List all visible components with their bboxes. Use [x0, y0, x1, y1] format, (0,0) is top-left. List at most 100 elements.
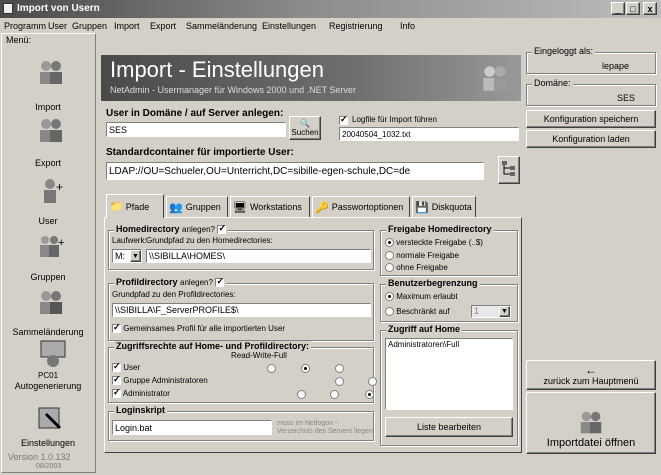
homedir-path-label: Grundpfad zu den Homedirectories: [146, 236, 273, 245]
freigabe-option-normal[interactable]: normale Freigabe [385, 251, 459, 261]
container-label: Standardcontainer für importierte User: [106, 147, 294, 158]
home-access-list[interactable]: Administratoren\Full [385, 338, 513, 410]
homedir-create-checkbox[interactable] [217, 223, 227, 235]
user-add-icon: + [44, 179, 63, 203]
domain-value: SES [617, 93, 636, 103]
menu-info[interactable]: Info [400, 21, 415, 31]
rights-admin-write[interactable] [330, 390, 340, 400]
back-main-button[interactable]: ← zurück zum Hauptmenü [526, 360, 656, 390]
rights-user-write[interactable] [300, 364, 310, 374]
rights-group-read[interactable] [334, 377, 344, 387]
menu-sammelaenderung[interactable]: Sammeländerung [186, 21, 257, 31]
login-group: Loginskript muss im Netlogon - Verzeichn… [108, 405, 374, 441]
rights-columns-label: Read-Write-Full [231, 351, 287, 360]
rights-row-admin-group: Gruppe Administratoren [112, 374, 412, 387]
limit-group: Benutzerbegrenzung Maximum erlaubt Besch… [380, 278, 518, 322]
menu-export[interactable]: Export [150, 21, 176, 31]
group-tab-icon: 👥 [169, 201, 183, 214]
users-import-icon [40, 61, 62, 84]
rights-admin-read[interactable] [297, 390, 307, 400]
chevron-down-icon: ▼ [130, 250, 141, 262]
import-open-button[interactable]: Importdatei öffnen [526, 392, 656, 454]
sidebar: Menü: Import Export + User + Gruppen Sam… [1, 33, 96, 473]
freigabe-option-hidden[interactable]: versteckte Freigabe (..$) [385, 238, 483, 248]
container-browse-button[interactable] [498, 156, 520, 184]
login-hint-2: Verzeichnis des Servers liegen [277, 428, 373, 435]
domain-input[interactable] [106, 122, 286, 137]
home-access-group: Zugriff auf Home Administratoren\Full Li… [380, 324, 518, 446]
workstation-icon: 🖥 [233, 201, 247, 214]
header-users-icon [483, 66, 507, 91]
menu-import[interactable]: Import [114, 21, 140, 31]
maximize-button[interactable]: □ [626, 2, 640, 15]
profil-path-label: Grundpfad zu den Profildirectories: [112, 290, 236, 299]
page-subtitle: NetAdmin - Usermanager für Windows 2000 … [110, 85, 356, 95]
disk-icon: 💾 [415, 201, 429, 214]
password-icon: 🔑 [315, 201, 329, 214]
version-date: 08/2003 [36, 463, 62, 470]
tab-gruppen[interactable]: 👥 Gruppen [166, 196, 228, 218]
save-config-button[interactable]: Konfiguration speichern [526, 110, 656, 128]
edit-list-button[interactable]: Liste bearbeiten [385, 417, 513, 437]
profil-group: Profildirectory anlegen? Grundpfad zu de… [108, 276, 374, 341]
profil-create-checkbox[interactable] [215, 276, 225, 288]
limit-max-option[interactable]: Maximum erlaubt [385, 292, 458, 302]
folder-path-icon: 📁 [109, 201, 123, 213]
freigabe-group: Freigabe Homedirectory versteckte Freiga… [380, 224, 518, 276]
sidebar-item-label: Import [35, 102, 61, 112]
rights-user-full[interactable] [334, 364, 344, 374]
version-label: Version 1.0.132 [8, 452, 71, 462]
rights-user-read[interactable] [267, 364, 277, 374]
minimize-button[interactable]: _ [611, 2, 625, 15]
settings-icon [38, 407, 62, 430]
autogen-badge: PC01 [38, 371, 59, 380]
profil-path-input[interactable] [112, 303, 371, 317]
import-file-icon [580, 411, 602, 434]
shared-profile-option[interactable]: Gemeinsames Profil für alle importierten… [112, 322, 285, 334]
login-script-input[interactable] [112, 420, 272, 435]
window-title: Import von Usern [17, 3, 100, 14]
logfile-checkbox[interactable] [339, 114, 348, 126]
batch-change-icon [40, 291, 62, 314]
sidebar-item-label: Sammeländerung [12, 327, 84, 337]
rights-group: Zugriffsrechte auf Home- und Profildirec… [108, 341, 412, 403]
menu-bar: Programm User Gruppen Import Export Samm… [0, 18, 661, 34]
close-button[interactable]: x [643, 2, 657, 15]
back-arrow-icon: ← [585, 362, 597, 377]
menu-registrierung[interactable]: Registrierung [329, 21, 383, 31]
header-banner: Import - Einstellungen NetAdmin - Userma… [101, 55, 521, 101]
tree-browse-icon [502, 161, 515, 176]
menu-programm[interactable]: Programm [4, 21, 46, 31]
page-title: Import - Einstellungen [110, 57, 324, 82]
menu-user[interactable]: User [48, 21, 67, 31]
limit-count-select[interactable]: 1 ▼ [471, 305, 511, 318]
tab-diskquota[interactable]: 💾 Diskquota [412, 196, 476, 218]
app-icon [3, 3, 13, 14]
tab-passwortoptionen[interactable]: 🔑 Passwortoptionen [312, 196, 410, 218]
domain-group: Domäne: SES [526, 78, 656, 106]
menu-gruppen[interactable]: Gruppen [72, 21, 107, 31]
sidebar-item-label: User [38, 216, 58, 226]
freigabe-option-none[interactable]: ohne Freigabe [385, 263, 448, 273]
rights-admin-full[interactable] [364, 390, 374, 400]
sidebar-item-label: Gruppen [30, 272, 66, 282]
search-button[interactable]: 🔍 Suchen [289, 116, 321, 140]
tab-workstations[interactable]: 🖥 Workstations [230, 196, 310, 218]
load-config-button[interactable]: Konfiguration laden [526, 130, 656, 148]
logged-in-group: Eingeloggt als: lepape [526, 46, 656, 74]
sidebar-item-label: Export [34, 158, 61, 168]
menu-einstellungen[interactable]: Einstellungen [262, 21, 316, 31]
container-input[interactable] [106, 162, 484, 180]
limit-restricted-option[interactable]: Beschränkt auf [385, 307, 450, 317]
rights-row-administrator: Administrator [112, 387, 374, 400]
drive-select[interactable]: M: ▼ [112, 249, 142, 263]
homedir-path-input[interactable] [146, 249, 371, 263]
logfile-input[interactable] [339, 127, 519, 141]
svg-text:+: + [58, 237, 64, 249]
tab-pfade[interactable]: 📁 Pfade [106, 194, 164, 218]
user-domain-label: User in Domäne / auf Server anlegen: [106, 108, 284, 119]
list-item[interactable]: Administratoren\Full [388, 340, 459, 349]
sidebar-item-label: Autogenerierung [14, 381, 82, 391]
search-binoculars-icon: 🔍 [300, 118, 310, 128]
svg-text:+: + [56, 180, 63, 194]
